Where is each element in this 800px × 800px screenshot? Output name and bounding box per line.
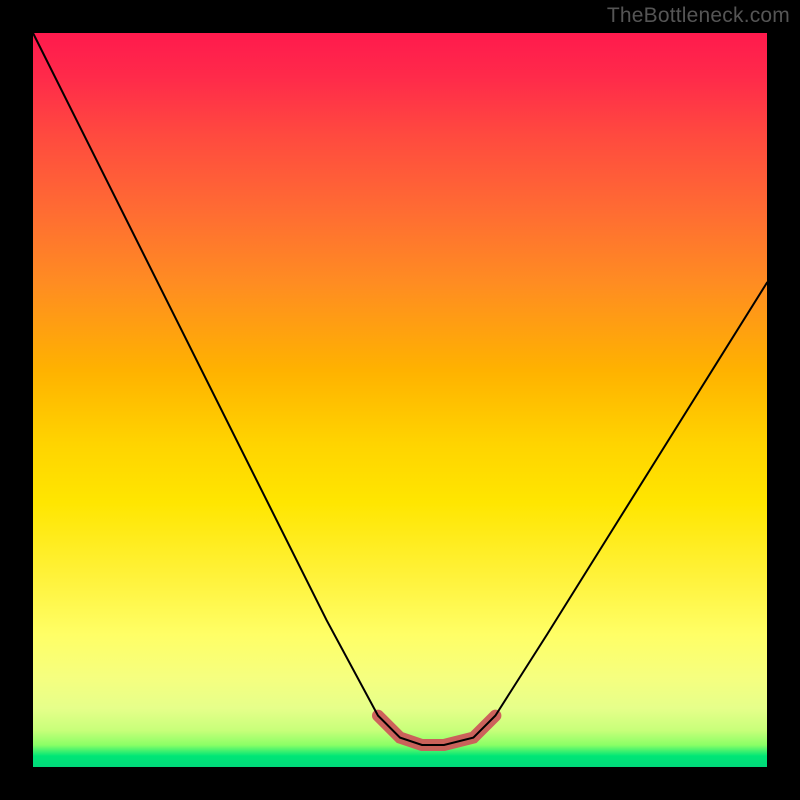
plot-area: [33, 33, 767, 767]
curve-svg: [33, 33, 767, 767]
chart-frame: TheBottleneck.com: [0, 0, 800, 800]
watermark-text: TheBottleneck.com: [607, 4, 790, 28]
bottleneck-curve: [33, 33, 767, 745]
curve-highlight: [378, 716, 495, 745]
